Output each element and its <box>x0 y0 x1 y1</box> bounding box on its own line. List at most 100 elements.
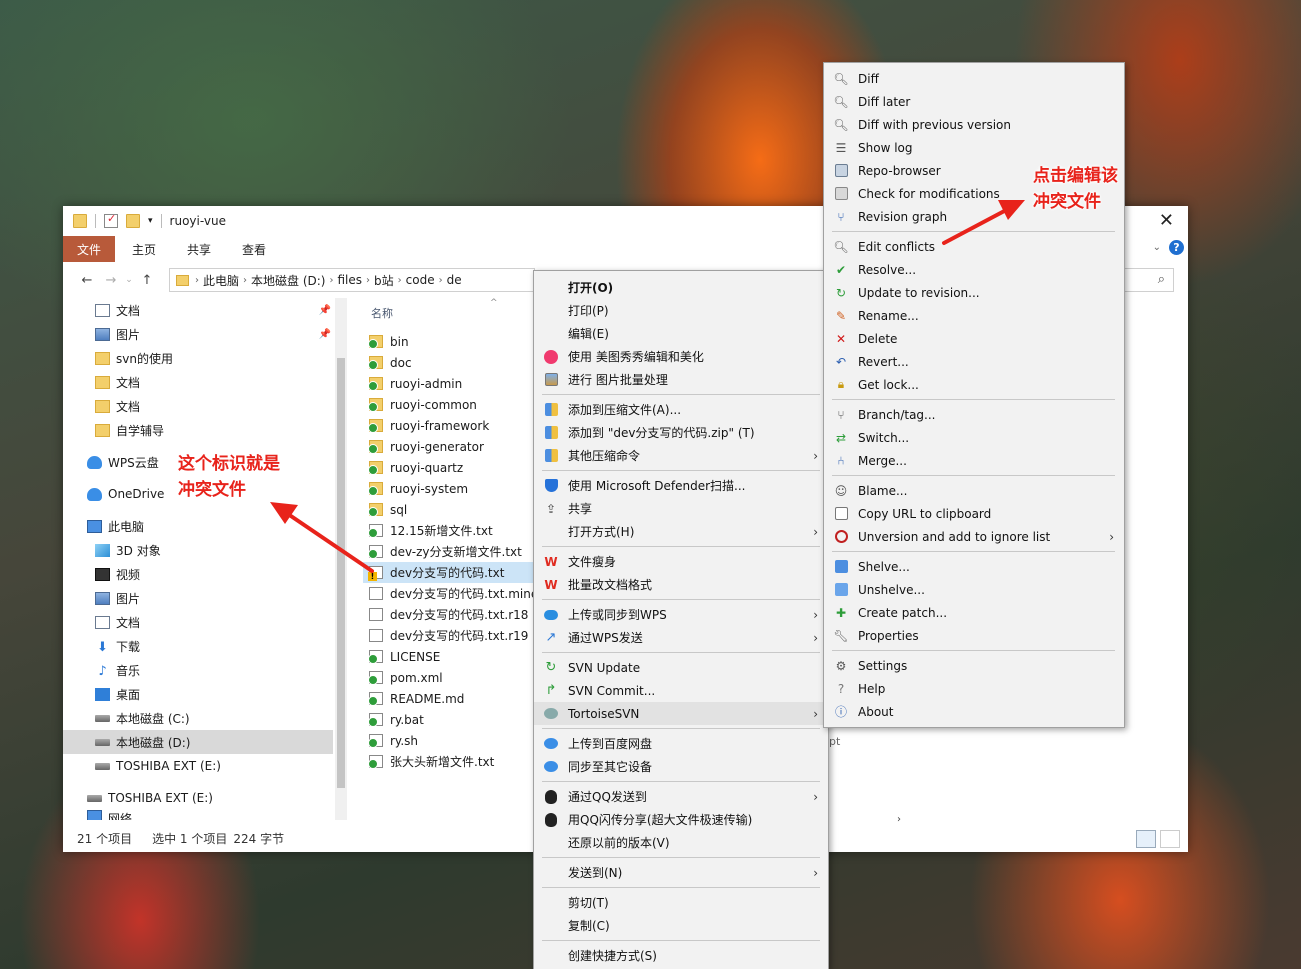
help-icon[interactable]: ? <box>1169 240 1184 255</box>
menu-item[interactable]: W 文件瘦身 <box>534 550 828 573</box>
file-row[interactable]: bin <box>363 331 533 352</box>
file-row[interactable]: dev-zy分支新增文件.txt <box>363 541 533 562</box>
file-row[interactable]: sql <box>363 499 533 520</box>
pin-icon[interactable]: 📌 <box>319 305 331 316</box>
menu-item[interactable]: ⇄ Switch... <box>824 426 1124 449</box>
back-arrow-icon[interactable]: ← <box>75 273 99 288</box>
up-arrow-icon[interactable]: ↑ <box>135 273 159 288</box>
menu-item[interactable]: ? Help <box>824 677 1124 700</box>
properties-icon[interactable] <box>104 212 118 228</box>
menu-item[interactable]: ↻ SVN Update <box>534 656 828 679</box>
nav-item-drive-e-root[interactable]: TOSHIBA EXT (E:) <box>63 786 333 810</box>
breadcrumb-item[interactable]: code <box>406 273 435 287</box>
menu-item[interactable]: ⓘ About <box>824 700 1124 723</box>
nav-item-documents-folder[interactable]: 文档 <box>63 370 333 394</box>
menu-item[interactable]: ⑂ Branch/tag... <box>824 403 1124 426</box>
file-row[interactable]: dev分支写的代码.txt.r18 <box>363 604 533 625</box>
menu-item[interactable]: ☰ Show log <box>824 136 1124 159</box>
nav-item-desktop[interactable]: 桌面 <box>63 682 333 706</box>
file-row[interactable]: ry.sh <box>363 730 533 751</box>
menu-item[interactable]: ⑃ Merge... <box>824 449 1124 472</box>
menu-item[interactable]: 🔧︎ Properties <box>824 624 1124 647</box>
nav-item-documents[interactable]: 文档 📌 <box>63 298 333 322</box>
menu-item[interactable]: ✎ Rename... <box>824 304 1124 327</box>
file-row[interactable]: pom.xml <box>363 667 533 688</box>
menu-item[interactable]: Unversion and add to ignore list › <box>824 525 1124 548</box>
nav-item-downloads[interactable]: ⬇ 下载 <box>63 634 333 658</box>
menu-item[interactable]: 打开方式(H) › <box>534 520 828 543</box>
nav-item-pictures[interactable]: 图片 📌 <box>63 322 333 346</box>
nav-item-svn-usage[interactable]: svn的使用 <box>63 346 333 370</box>
menu-item[interactable]: 添加到压缩文件(A)... <box>534 398 828 421</box>
file-row[interactable]: README.md <box>363 688 533 709</box>
nav-item-this-pc[interactable]: 此电脑 <box>63 514 333 538</box>
file-row[interactable]: ruoyi-generator <box>363 436 533 457</box>
menu-item[interactable]: 编辑(E) <box>534 322 828 345</box>
file-row[interactable]: dev分支写的代码.txt.r19 <box>363 625 533 646</box>
file-row[interactable]: 张大头新增文件.txt <box>363 751 533 772</box>
menu-item[interactable]: 🔍︎ Diff later <box>824 90 1124 113</box>
file-row[interactable]: doc <box>363 352 533 373</box>
nav-item-3d-objects[interactable]: 3D 对象 <box>63 538 333 562</box>
menu-item[interactable]: Shelve... <box>824 555 1124 578</box>
menu-item[interactable]: 用QQ闪传分享(超大文件极速传输) <box>534 808 828 831</box>
file-row[interactable]: ruoyi-common <box>363 394 533 415</box>
nav-item-drive-d[interactable]: 本地磁盘 (D:) <box>63 730 333 754</box>
menu-item[interactable]: ☺ Blame... <box>824 479 1124 502</box>
menu-item[interactable]: 剪切(T) <box>534 891 828 914</box>
nav-item-documents-folder[interactable]: 文档 <box>63 394 333 418</box>
menu-item[interactable]: 创建快捷方式(S) <box>534 944 828 967</box>
menu-item[interactable]: 上传或同步到WPS › <box>534 603 828 626</box>
scroll-thumb[interactable] <box>337 358 345 788</box>
menu-item[interactable]: ⚙ Settings <box>824 654 1124 677</box>
menu-item[interactable]: 🔍︎ Diff with previous version <box>824 113 1124 136</box>
breadcrumb-item[interactable]: 本地磁盘 (D:) <box>251 272 325 289</box>
forward-arrow-icon[interactable]: → <box>99 273 123 288</box>
menu-item[interactable]: 🔒︎ Get lock... <box>824 373 1124 396</box>
column-header-name[interactable]: 名称 ^ <box>368 298 538 324</box>
tab-share[interactable]: 共享 <box>173 236 225 262</box>
chevron-down-icon[interactable]: ⌄ <box>123 275 135 285</box>
large-icons-view-icon[interactable] <box>1160 830 1180 848</box>
address-bar[interactable]: › 此电脑 › 本地磁盘 (D:) › files › b站 › code › … <box>169 268 535 292</box>
menu-item[interactable]: 使用 Microsoft Defender扫描... <box>534 474 828 497</box>
nav-item-network[interactable]: 网络 <box>63 810 333 820</box>
tab-file[interactable]: 文件 <box>63 236 116 262</box>
menu-item[interactable]: ↻ Update to revision... <box>824 281 1124 304</box>
nav-item-drive-c[interactable]: 本地磁盘 (C:) <box>63 706 333 730</box>
breadcrumb-item[interactable]: de <box>447 273 462 287</box>
menu-item[interactable]: ✔ Resolve... <box>824 258 1124 281</box>
details-view-icon[interactable] <box>1136 830 1156 848</box>
menu-item[interactable]: 其他压缩命令 › <box>534 444 828 467</box>
chevron-right-icon[interactable]: › <box>897 814 901 825</box>
nav-item-self-study[interactable]: 自学辅导 <box>63 418 333 442</box>
chevron-down-icon[interactable]: ▾ <box>148 216 153 226</box>
menu-item[interactable]: 进行 图片批量处理 <box>534 368 828 391</box>
file-row[interactable]: 12.15新增文件.txt <box>363 520 533 541</box>
breadcrumb-item[interactable]: b站 <box>374 272 394 289</box>
menu-item[interactable]: 添加到 "dev分支写的代码.zip" (T) <box>534 421 828 444</box>
nav-item-documents[interactable]: 文档 <box>63 610 333 634</box>
nav-item-pictures[interactable]: 图片 <box>63 586 333 610</box>
menu-item[interactable]: 使用 美图秀秀编辑和美化 <box>534 345 828 368</box>
nav-item-drive-e[interactable]: TOSHIBA EXT (E:) <box>63 754 333 778</box>
menu-item[interactable]: 打开(O) <box>534 276 828 299</box>
menu-item[interactable]: 还原以前的版本(V) <box>534 831 828 854</box>
menu-item[interactable]: 打印(P) <box>534 299 828 322</box>
file-row[interactable]: dev分支写的代码.txt <box>363 562 533 583</box>
file-row[interactable]: ruoyi-framework <box>363 415 533 436</box>
tab-view[interactable]: 查看 <box>228 236 280 262</box>
file-row[interactable]: ruoyi-system <box>363 478 533 499</box>
pin-icon[interactable]: 📌 <box>319 329 331 340</box>
file-row[interactable]: dev分支写的代码.txt.mine <box>363 583 533 604</box>
menu-item[interactable]: ✚ Create patch... <box>824 601 1124 624</box>
breadcrumb-item[interactable]: files <box>337 273 362 287</box>
menu-item[interactable]: Unshelve... <box>824 578 1124 601</box>
nav-item-music[interactable]: ♪ 音乐 <box>63 658 333 682</box>
chevron-down-icon[interactable]: ⌄ <box>1153 242 1161 253</box>
menu-item[interactable]: W 批量改文档格式 <box>534 573 828 596</box>
breadcrumb-item[interactable]: 此电脑 <box>203 272 239 289</box>
file-row[interactable]: ry.bat <box>363 709 533 730</box>
file-row[interactable]: ruoyi-quartz <box>363 457 533 478</box>
menu-item[interactable]: 复制(C) <box>534 914 828 937</box>
